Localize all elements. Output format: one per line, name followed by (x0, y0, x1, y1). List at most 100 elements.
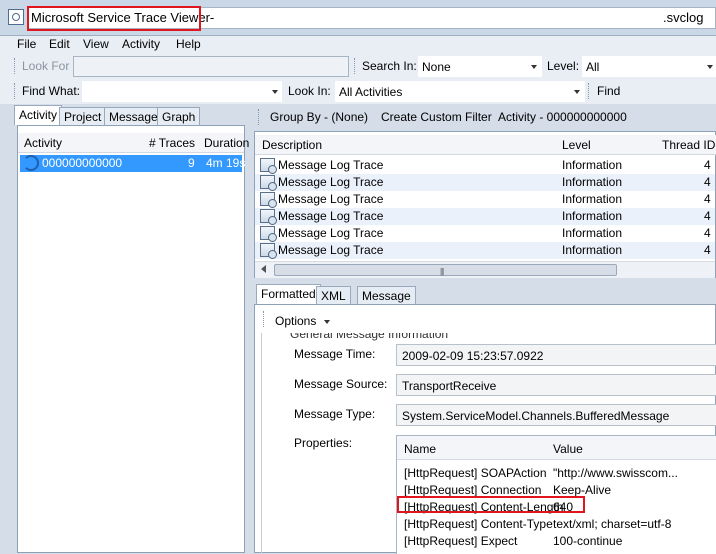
message-source-label: Message Source: (294, 377, 388, 391)
property-row[interactable]: [HttpRequest] Content-Type text/xml; cha… (397, 516, 716, 533)
menu-activity[interactable]: Activity (122, 37, 160, 51)
trace-level: Information (562, 158, 623, 172)
activity-panel: Activity # Traces Duration 000000000000 … (17, 125, 249, 553)
look-for-input[interactable] (73, 56, 349, 77)
toolbar-grip-icon[interactable] (263, 311, 266, 327)
property-row[interactable]: [HttpRequest] Expect 100-continue (397, 533, 716, 550)
look-in-dropdown[interactable]: All Activities (335, 81, 585, 102)
trace-level: Information (562, 226, 623, 240)
message-time-label: Message Time: (294, 347, 376, 361)
properties-table: Name Value [HttpRequest] SOAPAction "htt… (396, 435, 716, 554)
trace-thread-id: 4 (704, 209, 711, 223)
menu-help[interactable]: Help (176, 37, 201, 51)
message-log-icon (260, 158, 277, 174)
menu-file[interactable]: File (17, 37, 36, 51)
title-highlight-box (27, 6, 201, 31)
activity-row[interactable]: 000000000000 9 4m 19s (20, 155, 246, 172)
trace-level: Information (562, 209, 623, 223)
column-header-value[interactable]: Value (553, 442, 583, 456)
title-bar: Microsoft Service Trace Viewer- .svclog (0, 0, 716, 36)
tab-graph[interactable]: Graph (157, 107, 201, 125)
toolbar-grip-icon[interactable] (14, 58, 17, 74)
trace-description: Message Log Trace (278, 226, 384, 240)
tab-project[interactable]: Project (59, 107, 107, 125)
message-time-field: 2009-02-09 15:23:57.0922 (396, 344, 716, 366)
scroll-left-icon[interactable] (261, 265, 266, 273)
property-name: [HttpRequest] Expect (404, 534, 518, 548)
property-name: [HttpRequest] SOAPAction (404, 466, 547, 480)
grip-lines-icon: ||| (440, 267, 444, 276)
message-log-icon (260, 209, 277, 225)
chevron-down-icon (707, 65, 713, 69)
search-in-dropdown[interactable]: None (418, 56, 542, 77)
menu-edit[interactable]: Edit (49, 37, 70, 51)
trace-description: Message Log Trace (278, 175, 384, 189)
column-header-traces[interactable]: # Traces (149, 136, 195, 150)
toolbar-grip-icon[interactable] (354, 58, 357, 74)
column-header-duration[interactable]: Duration (204, 136, 249, 150)
property-row[interactable]: [HttpRequest] SOAPAction "http://www.swi… (397, 465, 716, 482)
trace-thread-id: 4 (704, 158, 711, 172)
tab-activity[interactable]: Activity (14, 105, 63, 125)
properties-header: Name Value (397, 436, 716, 460)
message-log-icon (260, 226, 277, 242)
trace-viewer-app-icon (8, 9, 24, 25)
scrollbar-thumb[interactable]: ||| (274, 264, 617, 276)
level-dropdown[interactable]: All (582, 56, 716, 77)
toolbar-grip-icon[interactable] (258, 109, 261, 125)
tab-xml[interactable]: XML (316, 286, 351, 304)
property-value: text/xml; charset=utf-8 (553, 517, 672, 531)
menu-view[interactable]: View (83, 37, 109, 51)
property-name: [HttpRequest] Content-Type (404, 517, 553, 531)
options-button[interactable]: Options (275, 314, 316, 328)
message-log-icon (260, 175, 277, 191)
message-type-label: Message Type: (294, 407, 376, 421)
trace-description: Message Log Trace (278, 209, 384, 223)
property-value: 100-continue (553, 534, 623, 548)
find-what-input[interactable] (82, 81, 282, 102)
trace-row[interactable]: Message Log Trace Information 4 (255, 242, 715, 259)
activity-label: Activity - 000000000000 (498, 110, 627, 124)
activity-refresh-icon (23, 155, 39, 171)
activity-id: 000000000000 (42, 156, 123, 170)
trace-thread-id: 4 (704, 175, 711, 189)
trace-list-horizontal-scrollbar[interactable]: ||| (255, 261, 715, 278)
trace-row[interactable]: Message Log Trace Information 4 (255, 191, 715, 208)
toolbar-grip-icon[interactable] (588, 83, 591, 99)
column-header-description[interactable]: Description (262, 138, 322, 152)
property-value: "http://www.swisscom... (553, 466, 678, 480)
section-header: General Message Information (290, 333, 449, 341)
trace-description: Message Log Trace (278, 243, 384, 257)
column-header-name[interactable]: Name (404, 442, 436, 456)
activity-duration: 4m 19s (206, 156, 246, 170)
trace-list-panel: Description Level Thread ID Message Log … (254, 131, 716, 278)
tab-formatted[interactable]: Formatted (256, 284, 321, 304)
trace-thread-id: 4 (704, 226, 711, 240)
level-value: All (586, 60, 600, 74)
menu-bar: File Edit View Activity Help (0, 36, 716, 54)
property-name: [HttpRequest] Connection (404, 483, 542, 497)
find-toolbar: Find What: Look In: All Activities Find (0, 79, 716, 104)
trace-row[interactable]: Message Log Trace Information 4 (255, 157, 715, 174)
group-by-button[interactable]: Group By - (None) (270, 110, 368, 124)
tab-message[interactable]: Message (104, 107, 163, 125)
trace-level: Information (562, 243, 623, 257)
tab-message-detail[interactable]: Message (357, 286, 416, 304)
message-log-icon (260, 192, 277, 208)
toolbar-grip-icon[interactable] (14, 83, 17, 99)
window-title-suffix: .svclog (663, 10, 704, 25)
look-in-value: All Activities (339, 85, 403, 99)
trace-row[interactable]: Message Log Trace Information 4 (255, 174, 715, 191)
trace-description: Message Log Trace (278, 158, 384, 172)
column-header-thread-id[interactable]: Thread ID (662, 138, 715, 152)
column-header-level[interactable]: Level (562, 138, 591, 152)
message-details-area: General Message Information Message Time… (261, 333, 716, 554)
trace-row[interactable]: Message Log Trace Information 4 (255, 225, 715, 242)
chevron-down-icon (531, 65, 537, 69)
find-button[interactable]: Find (597, 84, 620, 98)
trace-level: Information (562, 192, 623, 206)
trace-row[interactable]: Message Log Trace Information 4 (255, 208, 715, 225)
chevron-down-icon (272, 90, 278, 94)
column-header-activity[interactable]: Activity (24, 136, 62, 150)
create-custom-filter-button[interactable]: Create Custom Filter (381, 110, 492, 124)
